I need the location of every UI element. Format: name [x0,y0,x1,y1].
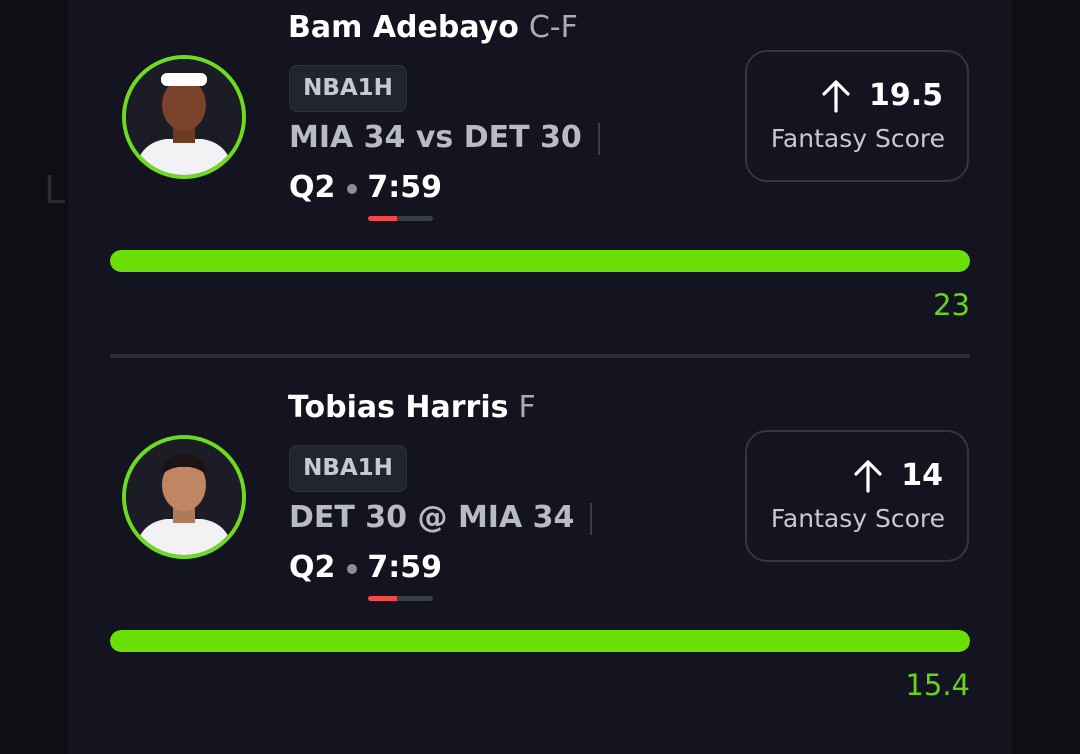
game-clock: Q2 7:59 [289,170,442,205]
projection-value: 19.5 [868,78,943,113]
player-avatar [122,55,246,179]
game-matchup: DET 30 @ MIA 34 [289,500,593,535]
stat-type-label: Fantasy Score [770,504,945,533]
player-name: Bam Adebayo C-F [288,10,578,45]
separator-dot-icon [347,563,358,574]
game-time-progress-fill [368,216,398,221]
player-position: C-F [528,10,578,45]
game-matchup: MIA 34 vs DET 30 [289,120,600,155]
player-name: Tobias Harris F [288,390,536,425]
projection-value: 14 [901,458,943,493]
stat-progress-fill [110,630,970,652]
matchup-divider [597,122,600,155]
player-headshot-icon [126,59,242,175]
background-card-right [1010,0,1080,754]
lineup-card: Bam Adebayo C-F NBA1H MIA 34 vs DET 30 Q2… [68,0,1012,754]
separator-dot-icon [347,183,358,194]
stat-progress-bar [110,250,970,272]
entry-divider [110,354,970,358]
actual-stat-value: 15.4 [905,668,970,702]
arrow-up-icon [853,459,883,493]
league-badge: NBA1H [289,445,407,492]
projection-box[interactable]: 14 Fantasy Score [745,430,969,562]
player-name-text: Bam Adebayo [288,10,519,45]
game-time-progress [368,216,433,221]
player-headshot-icon [126,439,242,555]
matchup-text: DET 30 @ MIA 34 [289,500,575,535]
projection-box[interactable]: 19.5 Fantasy Score [745,50,969,182]
game-time: 7:59 [367,170,443,205]
stat-progress-fill [110,250,970,272]
player-name-text: Tobias Harris [288,390,509,425]
game-time-progress [368,596,433,601]
arrow-up-icon [821,79,851,113]
player-position: F [518,390,536,425]
game-time-progress-fill [368,596,398,601]
matchup-divider [590,502,593,535]
game-quarter: Q2 [289,550,336,585]
game-quarter: Q2 [289,170,336,205]
game-clock: Q2 7:59 [289,550,442,585]
player-avatar [122,435,246,559]
stat-progress-bar [110,630,970,652]
player-entry[interactable]: Tobias Harris F NBA1H DET 30 @ MIA 34 Q2 7… [68,380,1012,720]
background-card-left: L [0,0,70,754]
background-text: L [44,168,66,212]
league-badge: NBA1H [289,65,407,112]
player-entry[interactable]: Bam Adebayo C-F NBA1H MIA 34 vs DET 30 Q2… [68,0,1012,358]
projection-line: 14 [853,458,943,493]
actual-stat-value: 23 [933,288,970,322]
stat-type-label: Fantasy Score [770,124,945,153]
projection-line: 19.5 [821,78,943,113]
game-time: 7:59 [367,550,443,585]
matchup-text: MIA 34 vs DET 30 [289,120,582,155]
